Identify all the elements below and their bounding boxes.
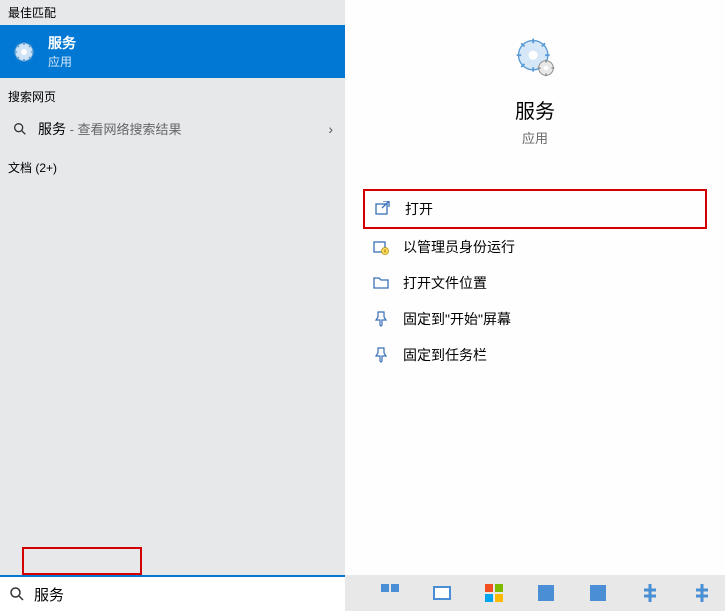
web-search-query: 服务 xyxy=(38,121,66,137)
taskbar-app-icon[interactable] xyxy=(689,580,715,606)
action-open-location-label: 打开文件位置 xyxy=(403,273,487,293)
services-icon-large xyxy=(513,35,557,79)
services-icon xyxy=(10,38,38,66)
action-open-label: 打开 xyxy=(405,199,433,219)
open-icon xyxy=(375,201,391,217)
taskbar-app-icon[interactable] xyxy=(429,580,455,606)
taskbar-app-icon[interactable] xyxy=(585,580,611,606)
search-icon xyxy=(8,585,26,603)
action-pin-start-label: 固定到"开始"屏幕 xyxy=(403,309,511,329)
action-pin-taskbar-label: 固定到任务栏 xyxy=(403,345,487,365)
detail-subtitle: 应用 xyxy=(522,128,548,147)
action-pin-taskbar[interactable]: 固定到任务栏 xyxy=(363,337,707,373)
chevron-right-icon: › xyxy=(328,121,333,137)
folder-icon xyxy=(373,275,389,291)
action-run-admin[interactable]: 以管理员身份运行 xyxy=(363,229,707,265)
best-match-item[interactable]: 服务 应用 xyxy=(0,25,345,78)
taskbar-app-icon[interactable] xyxy=(637,580,663,606)
best-match-header: 最佳匹配 xyxy=(0,0,345,25)
web-search-suffix: - 查看网络搜索结果 xyxy=(66,122,182,137)
documents-header: 文档 (2+) xyxy=(0,155,345,180)
web-search-item[interactable]: 服务 - 查看网络搜索结果 › xyxy=(0,109,345,149)
pin-taskbar-icon xyxy=(373,347,389,363)
annotation-box xyxy=(22,547,142,575)
best-match-subtitle: 应用 xyxy=(48,53,76,70)
taskbar-app-icon[interactable] xyxy=(533,580,559,606)
search-icon xyxy=(12,121,28,137)
pin-icon xyxy=(373,311,389,327)
search-input[interactable] xyxy=(34,586,337,603)
taskbar-app-icon[interactable] xyxy=(377,580,403,606)
web-search-header: 搜索网页 xyxy=(0,84,345,109)
action-open[interactable]: 打开 xyxy=(363,189,707,229)
search-bar[interactable] xyxy=(0,575,345,611)
action-run-admin-label: 以管理员身份运行 xyxy=(403,237,515,257)
detail-title: 服务 xyxy=(515,95,555,124)
admin-icon xyxy=(373,239,389,255)
search-results-panel: 最佳匹配 服务 应用 搜索网页 服务 - 查看网络搜索结果 › 文档 (2+) xyxy=(0,0,345,611)
action-open-location[interactable]: 打开文件位置 xyxy=(363,265,707,301)
taskbar xyxy=(345,575,725,611)
details-panel: 服务 应用 打开 以管理员身份运行 打开文件位置 xyxy=(345,0,725,611)
best-match-title: 服务 xyxy=(48,33,76,53)
action-pin-start[interactable]: 固定到"开始"屏幕 xyxy=(363,301,707,337)
taskbar-app-icon[interactable] xyxy=(481,580,507,606)
